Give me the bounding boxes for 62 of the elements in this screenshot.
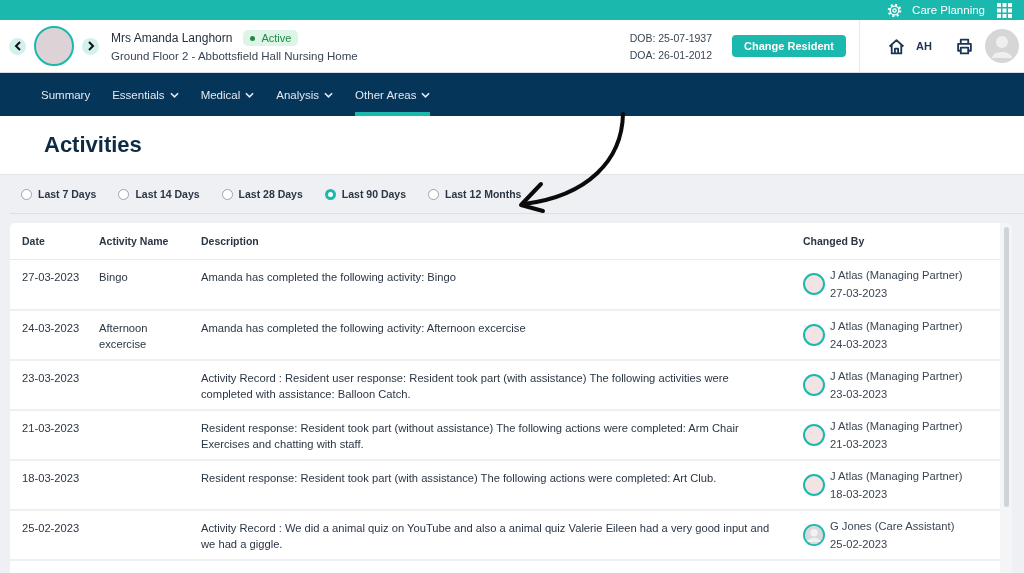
resident-name: Mrs Amanda Langhorn [111, 31, 233, 45]
radio-button[interactable] [21, 188, 32, 200]
changed-by-date: 18-03-2023 [830, 486, 889, 502]
table-cell: Activity Record : We did a animal quiz on YouTube and also a animal quiz Valerie Eileen had a very good input and we had a giggle. [189, 509, 791, 560]
status-dot-icon [250, 35, 256, 41]
changed-by-name: J Atlas (Managing Partner) [830, 468, 963, 484]
changed-by-name: J Atlas (Managing Partner) [830, 368, 963, 384]
table-cell: Afternoon excercise [87, 309, 189, 360]
table-cell: Resident response: Resident took part (with assistance) The following actions were completed: Art Club. [189, 459, 791, 510]
next-resident-button[interactable] [82, 37, 99, 55]
status-label: Active [261, 32, 292, 44]
radio-button[interactable] [324, 188, 336, 200]
changed-by-date: 24-03-2023 [830, 336, 889, 352]
table-cell: 23-03-2023 [10, 359, 87, 410]
table-cell: Amanda has completed the following activity: Afternoon excercise [189, 309, 791, 360]
radio-button[interactable] [221, 188, 233, 200]
column-header[interactable]: Description [189, 223, 791, 260]
nav-tab[interactable]: Analysis [276, 73, 334, 116]
filter-option[interactable]: Last 12 Months [428, 188, 522, 200]
changed-by-name: J Atlas (Managing Partner) [830, 318, 963, 334]
page-title: Activities [44, 132, 142, 158]
apps-grid-icon[interactable] [997, 2, 1012, 18]
table-cell: Bingo [87, 259, 189, 310]
chevron-right-icon [86, 41, 95, 51]
date-of-birth: DOB: 25-07-1937 [629, 31, 712, 44]
changed-by-date: 21-03-2023 [830, 436, 889, 452]
column-header[interactable]: Activity Name [87, 223, 189, 260]
changed-by-date: 27-03-2023 [830, 286, 889, 301]
changed-by-date: 25-02-2023 [830, 536, 889, 552]
print-icon[interactable] [955, 37, 973, 55]
nav-tab[interactable]: Medical [200, 73, 255, 116]
table-cell: 24-03-2023 [10, 309, 87, 360]
table-cell: Resident response: Resident took part (without assistance) The following actions were completed: Arm Chair Exercises and chatting with staff. [189, 409, 791, 460]
filter-option[interactable]: Last 7 Days [21, 188, 97, 200]
nav-tab[interactable]: Essentials [112, 73, 179, 116]
nav-tab[interactable]: Summary [41, 73, 91, 116]
previous-resident-button[interactable] [9, 37, 26, 55]
photo-placeholder [34, 26, 74, 66]
changed-by-name: J Atlas (Managing Partner) [830, 418, 963, 434]
changed-by-name: J Atlas (Managing Partner) [830, 268, 963, 283]
table-cell: 25-02-2023 [10, 509, 87, 560]
filter-option[interactable]: Last 28 Days [221, 188, 303, 200]
chevron-left-icon [13, 41, 22, 51]
table-cell: Activity Record : Resident user response: Resident took part (with assistance) The following activities were completed with assistance: Balloon Catch. [189, 359, 791, 410]
settings-icon[interactable] [887, 2, 903, 18]
table-cell: Amanda has completed the following activity: Bingo [189, 259, 791, 310]
user-initials[interactable]: AH [916, 40, 932, 52]
filter-option[interactable]: Last 90 Days [324, 188, 407, 200]
column-header[interactable]: Date [10, 223, 87, 260]
home-icon[interactable] [888, 37, 905, 55]
resident-location: Ground Floor 2 - Abbottsfield Hall Nursing Home [111, 50, 358, 62]
changed-by-date: 23-03-2023 [830, 386, 889, 402]
user-silhouette-icon[interactable] [984, 29, 1019, 63]
table-cell: 21-03-2023 [10, 409, 87, 460]
table-cell: 27-03-2023 [10, 259, 87, 310]
radio-button[interactable] [118, 188, 130, 200]
scrollbar[interactable] [1000, 223, 1012, 573]
filter-option[interactable]: Last 14 Days [118, 188, 200, 200]
date-of-admission: DOA: 26-01-2012 [629, 48, 712, 61]
table-cell: 18-03-2023 [10, 459, 87, 510]
changed-by-name: G Jones (Care Assistant) [830, 518, 955, 534]
radio-button[interactable] [428, 188, 440, 200]
